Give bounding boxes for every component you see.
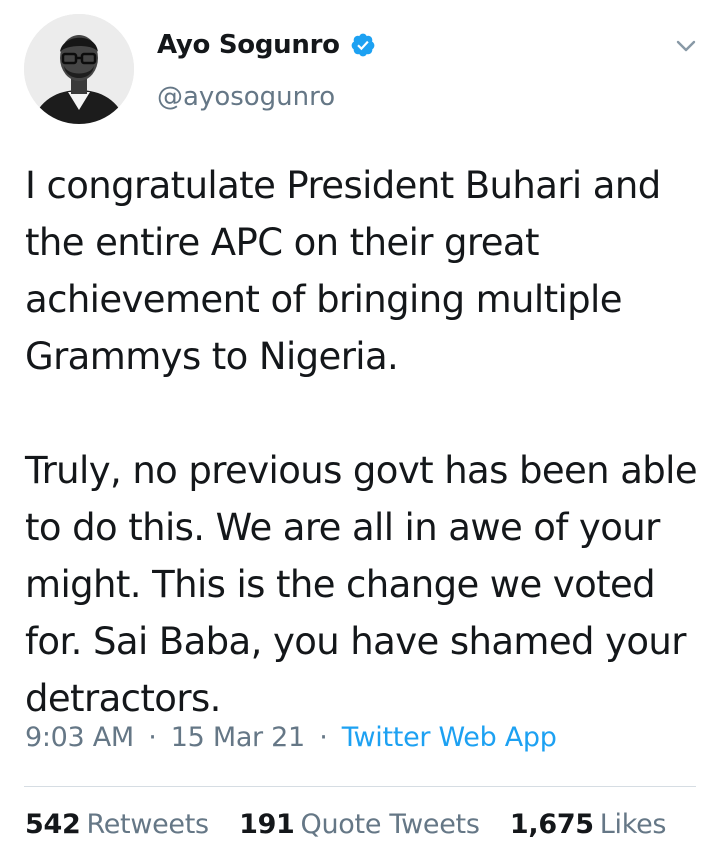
likes-count: 1,675	[509, 809, 594, 840]
avatar-image	[24, 14, 134, 124]
tweet-paragraph: I congratulate President Buhari and the …	[25, 164, 661, 378]
likes-stat[interactable]: 1,675 Likes	[509, 809, 667, 840]
tweet-source-link[interactable]: Twitter Web App	[342, 722, 557, 753]
divider	[24, 786, 696, 787]
tweet-body: I congratulate President Buhari and the …	[25, 157, 705, 727]
chevron-down-icon[interactable]	[674, 34, 698, 58]
author-handle[interactable]: @ayosogunro	[157, 82, 335, 112]
tweet-stats: 542 Retweets 191 Quote Tweets 1,675 Likes	[25, 809, 667, 840]
tweet-paragraph: Truly, no previous govt has been able to…	[25, 449, 698, 720]
tweet-time[interactable]: 9:03 AM	[25, 722, 134, 753]
author-display-name[interactable]: Ayo Sogunro	[157, 30, 340, 60]
tweet-date[interactable]: 15 Mar 21	[171, 722, 305, 753]
quote-tweets-stat[interactable]: 191 Quote Tweets	[239, 809, 480, 840]
quote-tweets-count: 191	[239, 809, 295, 840]
retweets-label: Retweets	[86, 809, 209, 840]
meta-separator: ·	[319, 722, 328, 753]
verified-badge-icon	[350, 32, 376, 58]
tweet-metadata: 9:03 AM · 15 Mar 21 · Twitter Web App	[25, 722, 557, 753]
avatar[interactable]	[24, 14, 134, 124]
meta-separator: ·	[148, 722, 157, 753]
retweets-stat[interactable]: 542 Retweets	[25, 809, 209, 840]
retweets-count: 542	[25, 809, 81, 840]
likes-label: Likes	[599, 809, 667, 840]
quote-tweets-label: Quote Tweets	[300, 809, 480, 840]
author-name-row: Ayo Sogunro	[157, 30, 376, 60]
